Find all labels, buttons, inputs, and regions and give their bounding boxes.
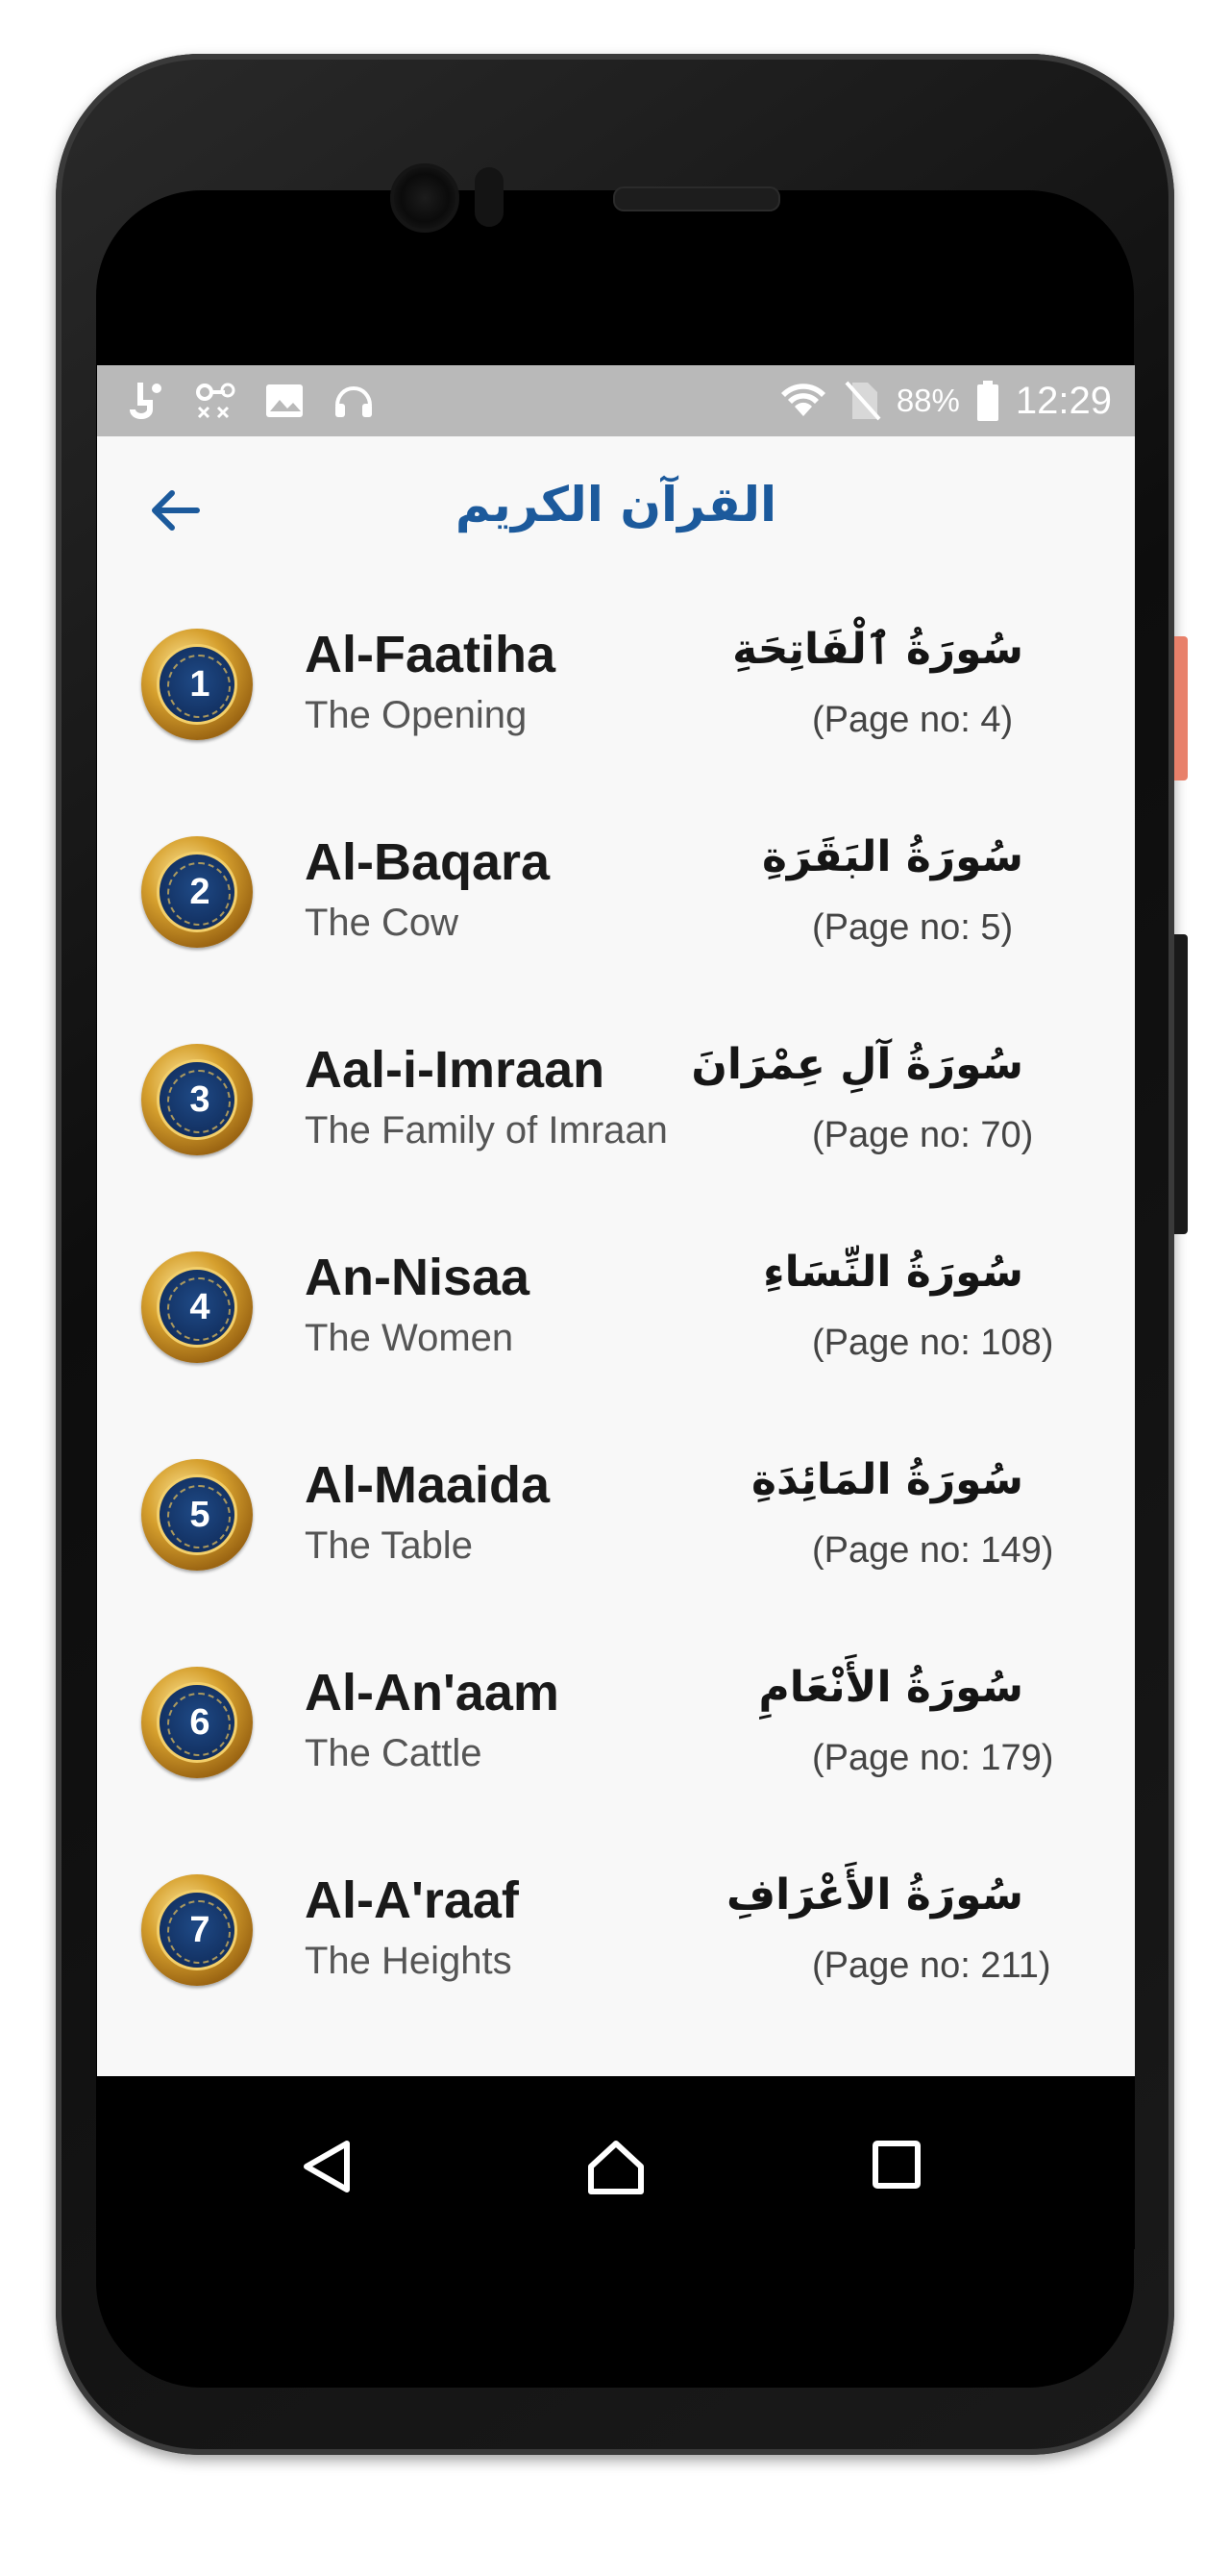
surah-number-badge: 5 bbox=[141, 1459, 253, 1571]
surah-number-badge: 2 bbox=[141, 836, 253, 948]
surah-row-6[interactable]: 6 Al-An'aam The Cattle سُورَةُ الأَنْعَا… bbox=[97, 1621, 1135, 1828]
usb-debug-icon bbox=[124, 379, 168, 423]
status-bar: 88% 12:29 bbox=[97, 365, 1135, 436]
surah-arabic-name: سُورَةُ ٱلْفَاتِحَةِ bbox=[732, 625, 1023, 674]
badge-medal: 6 bbox=[157, 1682, 237, 1763]
surah-name: Al-An'aam bbox=[305, 1664, 559, 1721]
surah-name: Al-Faatiha bbox=[305, 626, 556, 683]
surah-meaning: The Cow bbox=[305, 902, 459, 944]
surah-number: 5 bbox=[189, 1495, 210, 1535]
surah-name: Al-Baqara bbox=[305, 833, 551, 891]
home-icon bbox=[588, 2141, 644, 2194]
surah-page-number: (Page no: 4) bbox=[812, 700, 1014, 740]
surah-row-3[interactable]: 3 Aal-i-Imraan The Family of Imraan سُور… bbox=[97, 998, 1135, 1205]
proximity-sensor bbox=[475, 167, 504, 227]
badge-medal: 4 bbox=[157, 1267, 237, 1348]
surah-row-4[interactable]: 4 An-Nisaa The Women سُورَةُ النِّسَاءِ … bbox=[97, 1205, 1135, 1413]
surah-page-number: (Page no: 179) bbox=[812, 1738, 1054, 1778]
nav-recents-button[interactable] bbox=[870, 2138, 923, 2196]
wifi-icon bbox=[779, 380, 827, 422]
surah-list: 1 Al-Faatiha The Opening سُورَةُ ٱلْفَات… bbox=[97, 582, 1135, 2036]
surah-row-1[interactable]: 1 Al-Faatiha The Opening سُورَةُ ٱلْفَات… bbox=[97, 582, 1135, 790]
surah-number: 2 bbox=[189, 872, 210, 912]
screen: 88% 12:29 القرآن الكريم 1 Al-Faatiha The… bbox=[97, 365, 1135, 2076]
surah-arabic-name: سُورَةُ البَقَرَةِ bbox=[761, 832, 1023, 881]
surah-number-badge: 1 bbox=[141, 629, 253, 740]
recents-square-icon bbox=[873, 2141, 921, 2189]
surah-page-number: (Page no: 108) bbox=[812, 1323, 1054, 1363]
surah-page-number: (Page no: 70) bbox=[812, 1115, 1034, 1155]
earpiece-speaker bbox=[613, 186, 780, 211]
surah-number: 1 bbox=[189, 664, 210, 705]
surah-number: 6 bbox=[189, 1702, 210, 1743]
surah-meaning: The Heights bbox=[305, 1940, 512, 1982]
surah-row-7[interactable]: 7 Al-A'raaf The Heights سُورَةُ الأَعْرَ… bbox=[97, 1828, 1135, 2036]
surah-number: 3 bbox=[189, 1079, 210, 1120]
badge-medal: 1 bbox=[157, 644, 237, 725]
navigation-bar bbox=[97, 2076, 1135, 2249]
battery-icon bbox=[975, 379, 1000, 423]
surah-arabic-name: سُورَةُ الأَنْعَامِ bbox=[758, 1663, 1023, 1712]
front-camera bbox=[390, 163, 459, 233]
status-bar-system: 88% 12:29 bbox=[779, 375, 1112, 427]
clock: 12:29 bbox=[1015, 379, 1112, 422]
surah-arabic-name: سُورَةُ الأَعْرَافِ bbox=[726, 1870, 1023, 1920]
badge-medal: 2 bbox=[157, 852, 237, 932]
stage: 88% 12:29 القرآن الكريم 1 Al-Faatiha The… bbox=[0, 0, 1230, 2576]
side-button-volume bbox=[1174, 934, 1188, 1234]
surah-arabic-name: سُورَةُ آلِ عِمْرَانَ bbox=[691, 1040, 1023, 1089]
surah-meaning: The Opening bbox=[305, 694, 528, 736]
badge-medal: 7 bbox=[157, 1890, 237, 1970]
surah-number-badge: 6 bbox=[141, 1667, 253, 1778]
app-bar: القرآن الكريم bbox=[97, 436, 1135, 582]
surah-name: Al-Maaida bbox=[305, 1456, 551, 1514]
surah-arabic-name: سُورَةُ النِّسَاءِ bbox=[763, 1248, 1023, 1297]
image-icon bbox=[262, 379, 307, 423]
side-button-power bbox=[1174, 636, 1188, 780]
nav-home-button[interactable] bbox=[585, 2138, 647, 2202]
surah-page-number: (Page no: 211) bbox=[812, 1945, 1051, 1986]
surah-name: An-Nisaa bbox=[305, 1249, 530, 1306]
surah-meaning: The Table bbox=[305, 1524, 473, 1567]
status-bar-notifications bbox=[124, 379, 376, 423]
surah-row-5[interactable]: 5 Al-Maaida The Table سُورَةُ المَائِدَة… bbox=[97, 1413, 1135, 1621]
battery-percent: 88% bbox=[896, 383, 960, 418]
surah-number: 7 bbox=[189, 1910, 210, 1950]
headset-icon bbox=[332, 379, 376, 423]
surah-name: Aal-i-Imraan bbox=[305, 1041, 605, 1099]
surah-number: 4 bbox=[189, 1287, 210, 1327]
voicemail-icon bbox=[193, 379, 237, 423]
surah-number-badge: 3 bbox=[141, 1044, 253, 1155]
no-sim-icon bbox=[843, 379, 881, 423]
page-title: القرآن الكريم bbox=[455, 477, 777, 533]
nav-back-button[interactable] bbox=[299, 2138, 353, 2200]
surah-meaning: The Cattle bbox=[305, 1732, 482, 1774]
surah-meaning: The Women bbox=[305, 1317, 514, 1359]
surah-meaning: The Family of Imraan bbox=[305, 1109, 668, 1152]
surah-page-number: (Page no: 5) bbox=[812, 907, 1014, 948]
surah-row-2[interactable]: 2 Al-Baqara The Cow سُورَةُ البَقَرَةِ (… bbox=[97, 790, 1135, 998]
surah-name: Al-A'raaf bbox=[305, 1871, 519, 1929]
surah-page-number: (Page no: 149) bbox=[812, 1530, 1054, 1571]
badge-medal: 5 bbox=[157, 1474, 237, 1555]
badge-medal: 3 bbox=[157, 1059, 237, 1140]
surah-number-badge: 7 bbox=[141, 1874, 253, 1986]
back-triangle-icon bbox=[304, 2141, 350, 2192]
surah-number-badge: 4 bbox=[141, 1251, 253, 1363]
surah-arabic-name: سُورَةُ المَائِدَةِ bbox=[750, 1455, 1023, 1504]
